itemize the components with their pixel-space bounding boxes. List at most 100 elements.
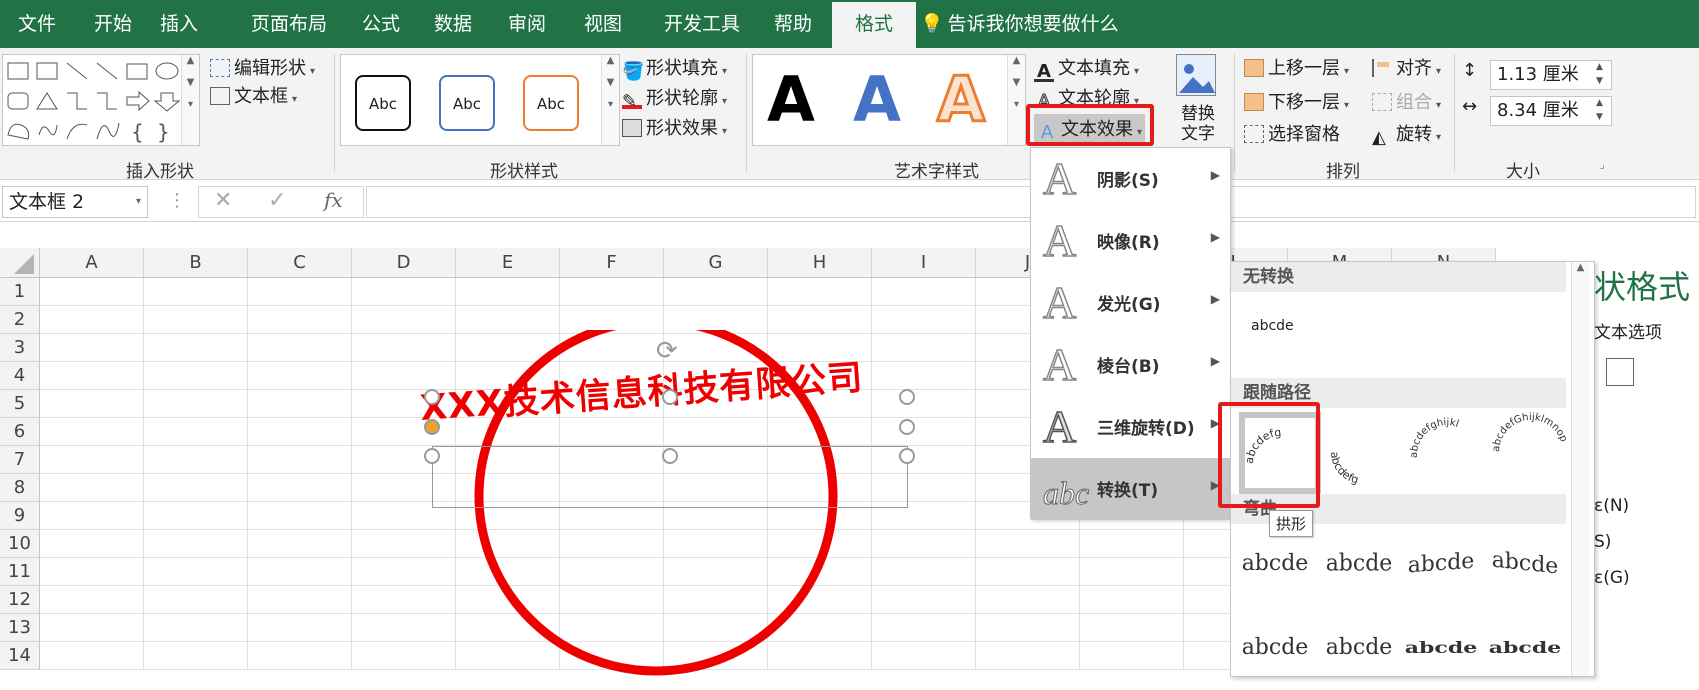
column-header-h[interactable]: H bbox=[768, 248, 872, 278]
bring-forward-button[interactable]: 上移一层 ▾ bbox=[1244, 54, 1349, 80]
shape-gallery[interactable]: {} ▲ ▼ ▾ bbox=[2, 54, 200, 146]
warp-option-2[interactable]: abcde bbox=[1319, 533, 1399, 596]
selection-pane-button[interactable]: 选择窗格 bbox=[1244, 120, 1340, 146]
tab-developer[interactable]: 开发工具 bbox=[646, 0, 758, 48]
menu-item-glow[interactable]: A 发光(G) ▶ bbox=[1031, 272, 1230, 334]
row-header-14[interactable]: 14 bbox=[0, 642, 40, 670]
row-header-6[interactable]: 6 bbox=[0, 418, 40, 446]
tell-me-box[interactable]: 💡 告诉我你想要做什么 bbox=[920, 0, 1119, 48]
width-spinner[interactable]: ▲ ▼ bbox=[1596, 96, 1603, 124]
pane-text-options-tab[interactable]: 文本选项 bbox=[1594, 318, 1662, 343]
resize-handle-bc[interactable] bbox=[662, 448, 678, 464]
row-header-4[interactable]: 4 bbox=[0, 362, 40, 390]
wordart-style-blue[interactable]: A bbox=[853, 61, 901, 139]
shape-styles-gallery[interactable]: Abc Abc Abc ▲ ▼ ▾ bbox=[340, 54, 620, 146]
shape-style-blue[interactable]: Abc bbox=[439, 75, 495, 131]
column-header-b[interactable]: B bbox=[144, 248, 248, 278]
tab-review[interactable]: 审阅 bbox=[490, 0, 564, 48]
send-backward-button[interactable]: 下移一层 ▾ bbox=[1244, 88, 1349, 114]
adjust-handle[interactable] bbox=[424, 419, 440, 435]
cancel-icon[interactable]: ✕ bbox=[214, 188, 232, 213]
insert-function-icon[interactable]: fx bbox=[324, 188, 343, 212]
button-option[interactable]: abcdefGhijklmnop bbox=[1491, 412, 1573, 494]
warp-option-5[interactable]: abcde bbox=[1235, 618, 1315, 678]
shape-style-orange[interactable]: Abc bbox=[523, 75, 579, 131]
pane-item-g[interactable]: ε(G) bbox=[1594, 568, 1630, 588]
tab-page-layout[interactable]: 页面布局 bbox=[233, 0, 345, 48]
row-header-10[interactable]: 10 bbox=[0, 530, 40, 558]
wordart-style-orange[interactable]: A bbox=[936, 61, 987, 139]
row-header-5[interactable]: 5 bbox=[0, 390, 40, 418]
column-header-d[interactable]: D bbox=[352, 248, 456, 278]
edit-shape-button[interactable]: 编辑形状 ▾ bbox=[210, 54, 315, 80]
resize-handle-mr[interactable] bbox=[899, 419, 915, 435]
no-transform-option[interactable]: abcde bbox=[1251, 296, 1331, 356]
row-header-7[interactable]: 7 bbox=[0, 446, 40, 474]
height-spinner[interactable]: ▲ ▼ bbox=[1596, 60, 1603, 88]
menu-item-3d-rotation[interactable]: A 三维旋转(D) ▶ bbox=[1031, 396, 1230, 458]
row-header-11[interactable]: 11 bbox=[0, 558, 40, 586]
resize-handle-br[interactable] bbox=[899, 448, 915, 464]
menu-item-transform[interactable]: abc 转换(T) ▶ bbox=[1031, 458, 1230, 520]
column-header-a[interactable]: A bbox=[40, 248, 144, 278]
menu-item-reflection[interactable]: A 映像(R) ▶ bbox=[1031, 210, 1230, 272]
tab-home[interactable]: 开始 bbox=[76, 0, 150, 48]
wordart-style-black[interactable]: A bbox=[767, 61, 815, 139]
tab-formulas[interactable]: 公式 bbox=[344, 0, 418, 48]
shape-fill-button[interactable]: 🪣形状填充 ▾ bbox=[622, 54, 727, 82]
column-header-i[interactable]: I bbox=[872, 248, 976, 278]
align-button[interactable]: 对齐 ▾ bbox=[1372, 54, 1441, 80]
textbox-button[interactable]: 文本框 ▾ bbox=[210, 82, 297, 108]
circle-option[interactable]: abcdefghijkl bbox=[1407, 412, 1489, 494]
row-header-3[interactable]: 3 bbox=[0, 334, 40, 362]
height-input[interactable]: 1.13 厘米 bbox=[1490, 60, 1612, 90]
menu-item-bevel[interactable]: A 棱台(B) ▶ bbox=[1031, 334, 1230, 396]
row-header-13[interactable]: 13 bbox=[0, 614, 40, 642]
row-header-12[interactable]: 12 bbox=[0, 586, 40, 614]
tab-help[interactable]: 帮助 bbox=[756, 0, 830, 48]
width-input[interactable]: 8.34 厘米 bbox=[1490, 96, 1612, 126]
tab-format[interactable]: 格式 bbox=[832, 2, 916, 48]
warp-option-4[interactable]: abcde bbox=[1485, 530, 1565, 598]
resize-handle-tr[interactable] bbox=[899, 389, 915, 405]
resize-handle-tl[interactable] bbox=[424, 389, 440, 405]
warp-option-8[interactable]: abcde bbox=[1485, 627, 1565, 669]
rotate-button[interactable]: ◭ 旋转 ▾ bbox=[1372, 120, 1441, 148]
warp-option-7[interactable]: abcde bbox=[1401, 627, 1481, 669]
menu-item-shadow[interactable]: A 阴影(S) ▶ bbox=[1031, 148, 1230, 210]
row-header-8[interactable]: 8 bbox=[0, 474, 40, 502]
rotate-handle-icon[interactable]: ⟳ bbox=[656, 336, 678, 366]
row-header-9[interactable]: 9 bbox=[0, 502, 40, 530]
tab-data[interactable]: 数据 bbox=[416, 0, 490, 48]
shape-style-black[interactable]: Abc bbox=[355, 75, 411, 131]
row-header-2[interactable]: 2 bbox=[0, 306, 40, 334]
arch-down-option[interactable]: abcdefg bbox=[1323, 412, 1405, 494]
resize-handle-bl[interactable] bbox=[424, 448, 440, 464]
wordart-gallery[interactable]: A A A ▲ ▼ ▾ bbox=[752, 54, 1026, 146]
size-dialog-launcher-icon[interactable]: ⌟ bbox=[1600, 160, 1605, 171]
layout-icon[interactable] bbox=[1606, 358, 1634, 386]
transform-gallery-scrollbar[interactable]: ▲ bbox=[1571, 262, 1589, 676]
shape-outline-button[interactable]: ✎ 形状轮廓 ▾ bbox=[622, 84, 727, 112]
tab-file[interactable]: 文件 bbox=[0, 0, 74, 48]
row-header-1[interactable]: 1 bbox=[0, 278, 40, 306]
alt-text-button[interactable]: 替换 文字 bbox=[1172, 54, 1224, 150]
text-fill-button[interactable]: A 文本填充 ▾ bbox=[1034, 54, 1139, 82]
group-button[interactable]: 组合 ▾ bbox=[1372, 88, 1441, 114]
pane-item-n[interactable]: ε(N) bbox=[1594, 496, 1629, 516]
shape-effects-button[interactable]: 形状效果 ▾ bbox=[622, 114, 727, 140]
tab-insert[interactable]: 插入 bbox=[142, 0, 216, 48]
enter-icon[interactable]: ✓ bbox=[268, 188, 286, 213]
column-header-e[interactable]: E bbox=[456, 248, 560, 278]
warp-option-1[interactable]: abcde bbox=[1235, 534, 1315, 594]
name-box[interactable]: 文本框 2 ▾ bbox=[2, 186, 148, 218]
column-header-c[interactable]: C bbox=[248, 248, 352, 278]
pane-item-s[interactable]: S) bbox=[1594, 532, 1611, 552]
warp-option-6[interactable]: abcde bbox=[1319, 618, 1399, 678]
column-header-g[interactable]: G bbox=[664, 248, 768, 278]
warp-option-3[interactable]: abcde bbox=[1401, 531, 1481, 597]
column-header-f[interactable]: F bbox=[560, 248, 664, 278]
tab-view[interactable]: 视图 bbox=[566, 0, 640, 48]
resize-handle-tc[interactable] bbox=[662, 389, 678, 405]
select-all-corner[interactable] bbox=[0, 248, 40, 278]
